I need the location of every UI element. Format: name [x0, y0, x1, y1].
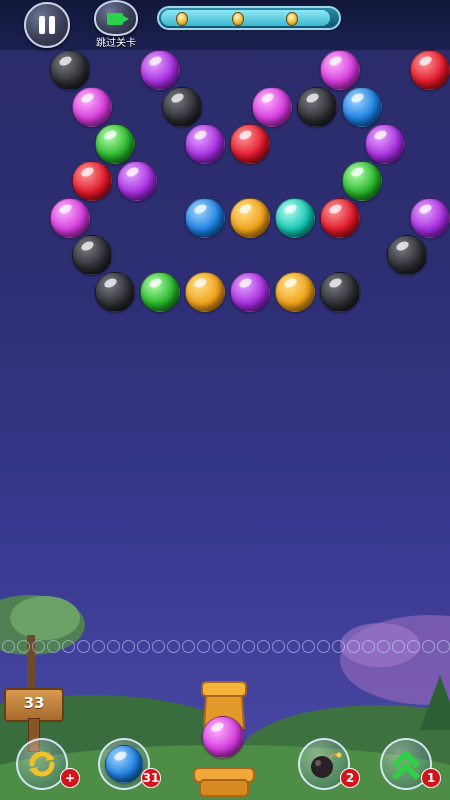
- black-bubble: [297, 87, 337, 127]
- aim-dot: [287, 640, 300, 653]
- score-progress-bar: [157, 6, 341, 30]
- blue-bubble: [185, 198, 225, 238]
- aim-dot: [332, 640, 345, 653]
- aim-dot: [77, 640, 90, 653]
- skip-level-button[interactable]: [94, 0, 138, 36]
- purple-bubble: [117, 161, 157, 201]
- video-camera-icon: [107, 13, 129, 25]
- red-bubble: [230, 124, 270, 164]
- aim-dot: [257, 640, 270, 653]
- pause-button[interactable]: [24, 2, 70, 48]
- aim-dot: [152, 640, 165, 653]
- swap-icon: [29, 751, 55, 777]
- aim-dot: [392, 640, 405, 653]
- current-bubble: [202, 716, 244, 758]
- aim-dot: [362, 640, 375, 653]
- purple-bubble: [230, 272, 270, 312]
- skip-level-label: 跳过关卡: [96, 38, 136, 49]
- aim-dot: [407, 640, 420, 653]
- bubbles-remaining-badge: 31: [141, 768, 161, 788]
- orange-bubble: [275, 272, 315, 312]
- red-bubble: [410, 50, 450, 90]
- aim-dot: [47, 640, 60, 653]
- aim-dot: [182, 640, 195, 653]
- aim-dot: [437, 640, 450, 653]
- magenta-bubble: [50, 198, 90, 238]
- aim-dot: [242, 640, 255, 653]
- black-bubble: [387, 235, 427, 275]
- purple-bubble: [185, 124, 225, 164]
- add-swap-badge[interactable]: +: [60, 768, 80, 788]
- star-marker-icon: [176, 12, 188, 26]
- boost-count-badge: 1: [421, 768, 441, 788]
- purple-bubble: [410, 198, 450, 238]
- magenta-bubble: [72, 87, 112, 127]
- red-bubble: [320, 198, 360, 238]
- purple-bubble: [140, 50, 180, 90]
- magenta-bubble: [320, 50, 360, 90]
- aim-dot: [122, 640, 135, 653]
- aim-dot: [272, 640, 285, 653]
- aim-dot: [227, 640, 240, 653]
- cyan-bubble: [275, 198, 315, 238]
- red-bubble: [72, 161, 112, 201]
- aim-dot: [92, 640, 105, 653]
- aim-dot: [377, 640, 390, 653]
- aim-dot: [62, 640, 75, 653]
- bomb-count-badge: 2: [340, 768, 360, 788]
- aim-dot: [212, 640, 225, 653]
- aim-dot: [17, 640, 30, 653]
- black-bubble: [162, 87, 202, 127]
- orange-bubble: [185, 272, 225, 312]
- blue-bubble: [342, 87, 382, 127]
- purple-bubble: [365, 124, 405, 164]
- black-bubble: [50, 50, 90, 90]
- green-bubble: [140, 272, 180, 312]
- green-bubble: [342, 161, 382, 201]
- green-bubble: [95, 124, 135, 164]
- orange-bubble: [230, 198, 270, 238]
- black-bubble: [320, 272, 360, 312]
- black-bubble: [72, 235, 112, 275]
- star-marker-icon: [232, 12, 244, 26]
- aim-dot: [2, 640, 15, 653]
- aim-dot: [137, 640, 150, 653]
- next-bubble: [105, 745, 143, 783]
- aim-guide-line: [0, 640, 450, 656]
- level-number: 33: [23, 694, 45, 712]
- star-marker-icon: [286, 12, 298, 26]
- aim-dot: [422, 640, 435, 653]
- aim-dot: [302, 640, 315, 653]
- black-bubble: [95, 272, 135, 312]
- aim-dot: [347, 640, 360, 653]
- aim-dot: [167, 640, 180, 653]
- aim-dot: [32, 640, 45, 653]
- aim-dot: [107, 640, 120, 653]
- aim-dot: [317, 640, 330, 653]
- magenta-bubble: [252, 87, 292, 127]
- aim-dot: [197, 640, 210, 653]
- level-sign: 33: [4, 678, 64, 752]
